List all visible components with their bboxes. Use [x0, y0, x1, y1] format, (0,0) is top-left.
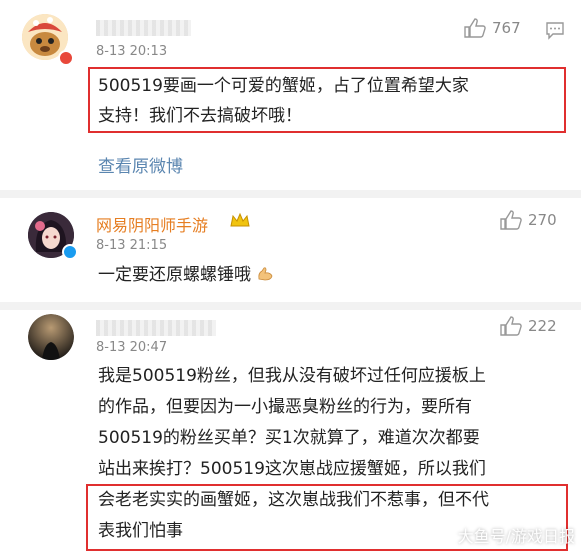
view-original-weibo-link[interactable]: 查看原微博: [98, 152, 183, 177]
comment-text: 一定要还原螺螺锤哦: [98, 261, 274, 290]
username-text: 网易阴阳师手游: [96, 216, 209, 235]
comment-time: 8-13 20:47: [96, 340, 168, 355]
verified-badge: [62, 244, 78, 260]
divider: [0, 302, 581, 310]
like-button[interactable]: 222: [500, 316, 557, 336]
comment-1: 8-13 20:13 767 500519要画一个可爱的蟹姬，占了位置希望大家 …: [0, 0, 581, 190]
username[interactable]: 网易阴阳师手游: [96, 212, 208, 236]
comment-text-line: 站出来挨打？500519这次崽战应援蟹姬，所以我们: [98, 459, 486, 479]
thumbs-up-icon: [464, 18, 486, 38]
like-button[interactable]: 767: [464, 18, 521, 38]
highlight-box: [88, 67, 566, 133]
comment-time: 8-13 20:13: [96, 44, 168, 59]
comment-time: 8-13 21:15: [96, 238, 168, 253]
comment-text-line: 500519的粉丝买单？买1次就算了，难道次次都要: [98, 428, 480, 448]
thumbs-up-icon: [500, 210, 522, 230]
divider: [0, 190, 581, 198]
like-count: 270: [528, 211, 557, 229]
crown-badge-icon: [230, 212, 250, 227]
like-count: 767: [492, 19, 521, 37]
watermark: 大鱼号/游戏日报: [457, 527, 575, 546]
sunset-avatar-icon: [28, 314, 74, 360]
reply-icon[interactable]: [545, 20, 565, 40]
thumbs-up-icon: [500, 316, 522, 336]
avatar[interactable]: [28, 314, 74, 360]
comment-2: 网易阴阳师手游 8-13 21:15 270 一定要还原螺螺锤哦: [0, 198, 581, 302]
username-masked: [96, 320, 216, 336]
comment-text-line: 我是500519粉丝，但我从没有破坏过任何应援板上: [98, 366, 486, 386]
flexed-arm-icon: [258, 267, 273, 281]
verified-badge: [58, 50, 74, 66]
comment-3: 8-13 20:47 222 我是500519粉丝，但我从没有破坏过任何应援板上…: [0, 310, 581, 551]
comment-text-line: 的作品，但要因为一小撮恶臭粉丝的行为，要所有: [98, 397, 472, 417]
comment-text-content: 一定要还原螺螺锤哦: [98, 265, 251, 285]
username-masked: [96, 20, 191, 36]
like-count: 222: [528, 317, 557, 335]
like-button[interactable]: 270: [500, 210, 557, 230]
